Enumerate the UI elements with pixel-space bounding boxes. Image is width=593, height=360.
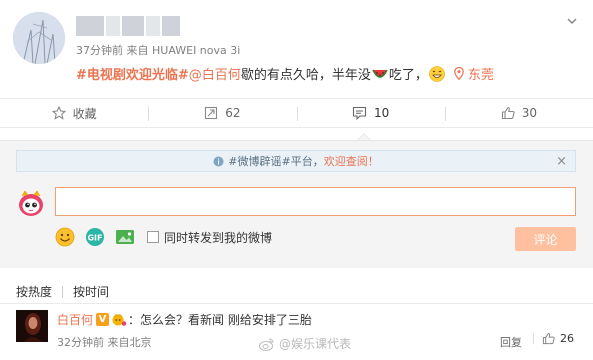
post-action-bar: 收藏 62 10 30 (0, 98, 593, 128)
thumb-up-icon (501, 106, 515, 120)
member-badge-icon (112, 314, 127, 326)
notice-link[interactable]: 欢迎查阅！ (324, 153, 379, 169)
weibo-logo-icon (259, 338, 274, 351)
chevron-down-icon[interactable] (565, 14, 579, 28)
section-divider (0, 303, 593, 304)
info-icon (213, 156, 224, 166)
like-count: 30 (521, 106, 538, 120)
comment-like-button[interactable]: 26 (533, 332, 574, 345)
star-icon (51, 106, 66, 120)
verified-badge-icon: V (96, 313, 110, 326)
post-location-label: 东莞 (467, 68, 494, 83)
weibo-mascot-icon (19, 190, 43, 216)
favorite-button[interactable]: 收藏 (0, 99, 148, 127)
post-text-2: 吃了， (388, 68, 428, 83)
comment-like-count: 26 (560, 332, 574, 345)
repost-icon (205, 106, 218, 120)
sort-by-time[interactable]: 按时间 (73, 283, 109, 300)
repost-button[interactable]: 62 (148, 99, 296, 127)
commenter-avatar[interactable] (16, 310, 48, 342)
thumb-up-icon (542, 332, 555, 345)
comment-tools: GIF 同时转发到我的微博 (55, 227, 272, 247)
watermark-text: @娱乐课代表 (279, 337, 352, 351)
commenter-name[interactable]: 白百何 (57, 311, 93, 328)
post-mention[interactable]: @白百何 (189, 64, 241, 83)
comment-input[interactable] (55, 187, 576, 216)
reply-button[interactable]: 回复 (500, 334, 522, 350)
gif-icon[interactable]: GIF (85, 227, 105, 247)
watermark: @娱乐课代表 (259, 335, 351, 352)
repost-checkbox[interactable]: 同时转发到我的微博 (147, 229, 272, 246)
author-name-redacted[interactable] (76, 16, 180, 36)
notice-text: #微博辟谣#平台， (228, 155, 324, 168)
like-button[interactable]: 30 (444, 99, 593, 127)
repost-checkbox-label: 同时转发到我的微博 (164, 230, 273, 245)
rumor-notice-bar: #微博辟谣#平台， 欢迎查阅！ × (16, 150, 576, 172)
repost-count: 62 (225, 106, 241, 120)
checkbox-box[interactable] (147, 231, 159, 243)
comment-meta: 32分钟前 来自北京 (57, 336, 152, 349)
comment-panel: #微博辟谣#平台， 欢迎查阅！ × GIF 同时转发到我的微博 评论 (0, 140, 593, 268)
post-location[interactable]: 东莞 (454, 64, 494, 83)
comment-count: 10 (373, 106, 390, 120)
submit-comment-button[interactable]: 评论 (515, 227, 576, 251)
like-divider (533, 333, 534, 344)
comment-sort-tabs: 按热度 按时间 (16, 283, 109, 300)
author-avatar[interactable] (13, 12, 65, 64)
location-pin-icon (454, 67, 464, 80)
post-content: #电视剧欢迎光临# @白百何 歇的有点久哈，半年没 吃了， 东莞 (76, 64, 494, 83)
comment-icon (352, 106, 367, 120)
post-hashtag[interactable]: #电视剧欢迎光临# (76, 64, 189, 83)
panel-pointer (357, 133, 371, 140)
sort-by-hot[interactable]: 按热度 (16, 283, 52, 300)
watermelon-emoji-icon (372, 69, 388, 78)
post-text-1: 歇的有点久哈，半年没 (240, 68, 371, 83)
image-icon[interactable] (115, 227, 135, 247)
post-meta: 37分钟前 来自 HUAWEI nova 3i (76, 44, 241, 57)
svg-text:GIF: GIF (87, 233, 102, 242)
emoji-icon[interactable] (55, 227, 75, 247)
sort-divider (62, 285, 64, 298)
comment-text: ：怎么会？看新闻 刚给安排了三胎 (128, 313, 312, 327)
close-icon[interactable]: × (556, 154, 567, 169)
comment-button[interactable]: 10 (296, 99, 445, 127)
grin-emoji-icon (429, 65, 445, 82)
comment-content: 白百何 V ：怎么会？看新闻 刚给安排了三胎 (57, 311, 312, 328)
favorite-label: 收藏 (72, 106, 97, 121)
